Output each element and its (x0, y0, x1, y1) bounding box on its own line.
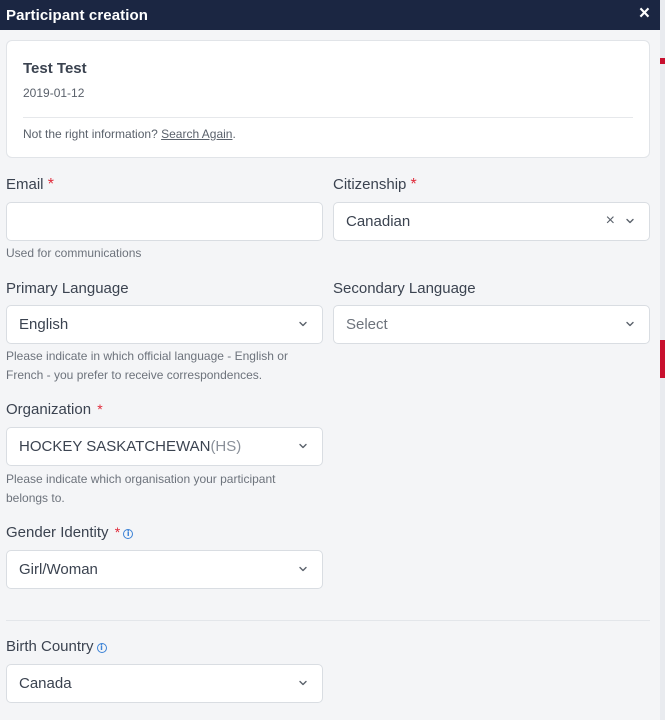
card-divider (23, 117, 633, 118)
gender-identity-label-text: Gender Identity (6, 524, 109, 541)
email-field[interactable] (6, 202, 323, 241)
hint-line: belongs to. (6, 491, 65, 505)
email-label: Email * (6, 176, 54, 194)
period: . (232, 127, 236, 141)
birth-country-select[interactable]: Canada (6, 664, 323, 703)
organization-hint: Please indicate which organisation your … (6, 470, 276, 508)
chevron-down-icon (299, 680, 307, 686)
citizenship-label: Citizenship * (333, 176, 417, 194)
citizenship-value: Canadian (346, 213, 411, 230)
participant-name: Test Test (23, 60, 87, 77)
background-button-edge (660, 340, 665, 378)
organization-value: HOCKEY SASKATCHEWAN (19, 438, 211, 455)
background-page-strip (660, 0, 665, 720)
chevron-down-icon (626, 321, 634, 327)
birth-country-label-text: Birth Country (6, 638, 94, 655)
primary-language-hint: Please indicate in which official langua… (6, 347, 288, 385)
birth-country-value: Canada (19, 675, 72, 692)
organization-select[interactable]: HOCKEY SASKATCHEWAN (HS) (6, 427, 323, 466)
secondary-language-label: Secondary Language (333, 280, 476, 297)
citizenship-select[interactable]: Canadian × (333, 202, 650, 241)
primary-language-value: English (19, 316, 69, 333)
hint-line: French - you prefer to receive correspon… (6, 368, 263, 382)
chevron-down-icon (299, 321, 307, 327)
required-marker: * (47, 176, 54, 193)
not-right-text: Not the right information? (23, 127, 158, 141)
chevron-down-icon[interactable] (624, 215, 636, 227)
close-icon[interactable]: × (639, 3, 650, 25)
email-label-text: Email (6, 176, 44, 193)
organization-abbrev: (HS) (210, 438, 242, 455)
required-marker: * (97, 401, 103, 417)
citizenship-label-text: Citizenship (333, 176, 407, 193)
gender-identity-value: Girl/Woman (19, 561, 98, 578)
required-marker: * (410, 176, 417, 193)
email-hint: Used for communications (6, 246, 142, 260)
participant-dob: 2019-01-12 (23, 86, 85, 100)
organization-label: Organization * (6, 401, 103, 418)
hint-line: Please indicate in which official langua… (6, 349, 288, 363)
chevron-down-icon (299, 566, 307, 572)
info-icon[interactable]: i (123, 529, 134, 539)
section-divider (6, 620, 650, 621)
modal-header: Participant creation × (0, 0, 660, 30)
not-right-info: Not the right information? Search Again. (23, 127, 236, 141)
primary-language-label: Primary Language (6, 280, 129, 297)
secondary-language-placeholder: Select (346, 316, 388, 333)
chevron-down-icon (299, 443, 307, 449)
participant-summary-card: Test Test 2019-01-12 Not the right infor… (6, 40, 650, 158)
modal-title: Participant creation (6, 6, 149, 24)
clear-icon[interactable]: × (606, 212, 615, 230)
participant-creation-modal: Participant creation × Test Test 2019-01… (0, 0, 660, 720)
hint-line: Please indicate which organisation your … (6, 472, 276, 486)
secondary-language-select[interactable]: Select (333, 305, 650, 344)
search-again-link[interactable]: Search Again (161, 127, 232, 141)
info-icon[interactable]: i (96, 643, 107, 653)
gender-identity-select[interactable]: Girl/Woman (6, 550, 323, 589)
organization-label-text: Organization (6, 401, 92, 418)
primary-language-select[interactable]: English (6, 305, 323, 344)
background-accent (660, 58, 665, 64)
gender-identity-label: Gender Identity * i (6, 524, 134, 541)
birth-country-label: Birth Country i (6, 638, 107, 655)
required-marker: * (114, 524, 121, 540)
